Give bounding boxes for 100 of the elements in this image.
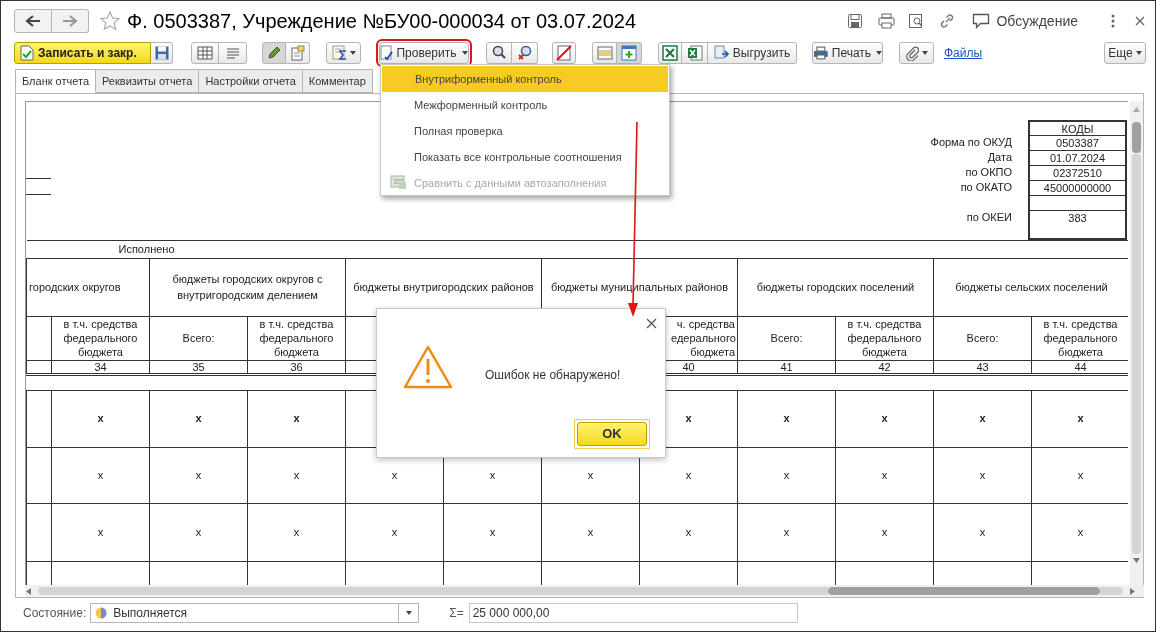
table-cell-text: x xyxy=(1077,525,1084,538)
clear-marks-button[interactable] xyxy=(552,42,576,64)
table-cell-text: 44 xyxy=(1074,360,1087,373)
close-icon[interactable] xyxy=(1135,16,1145,26)
table-cell-text: x xyxy=(783,525,790,538)
note-button[interactable] xyxy=(286,42,310,64)
export-icon xyxy=(713,45,730,61)
table-cell-text: в т.ч. средства федерального бюджета xyxy=(1042,317,1119,359)
codes-header: КОДЫ xyxy=(1030,122,1125,136)
check-menu-button[interactable]: Проверить xyxy=(379,42,469,64)
tab[interactable]: Настройки отчета xyxy=(198,69,303,93)
table-cell-text: x xyxy=(881,412,888,425)
attach-button[interactable] xyxy=(899,42,934,64)
back-button[interactable] xyxy=(14,9,52,33)
link-icon[interactable] xyxy=(939,13,956,29)
more-button[interactable]: Еще xyxy=(1104,42,1146,64)
scroll-down-icon[interactable] xyxy=(1133,558,1140,563)
add-row-button[interactable] xyxy=(617,42,642,64)
menu-item[interactable]: Полная проверка xyxy=(381,118,669,144)
files-link[interactable]: Файлы xyxy=(944,44,983,62)
table-cell-text: x xyxy=(881,525,888,538)
menu-item[interactable]: Межформенный контроль xyxy=(381,92,669,118)
excel-button[interactable] xyxy=(658,42,682,64)
table-cell-text: в т.ч. средства федерального бюджета xyxy=(258,317,335,359)
code-label: Форма по ОКУД xyxy=(930,135,1012,150)
preview-icon[interactable] xyxy=(908,13,925,29)
back-arrow-icon xyxy=(25,15,41,27)
print-button[interactable]: Печать xyxy=(812,42,883,64)
save-button[interactable] xyxy=(151,42,173,64)
table-cell-text: Всего: xyxy=(965,331,1000,345)
column-group-header: бюджеты городских поселений xyxy=(755,279,916,295)
table-cell-text: x xyxy=(979,525,986,538)
close-icon[interactable] xyxy=(646,318,657,329)
forward-arrow-icon xyxy=(62,15,78,27)
table-cell-text: x xyxy=(195,525,202,538)
table-cell-text: 41 xyxy=(780,360,793,373)
table-cell-text: ч. средства едерального бюджета xyxy=(671,317,735,359)
horizontal-scrollbar[interactable] xyxy=(25,585,1144,597)
table-cell-text: в т.ч. средства федерального бюджета xyxy=(62,317,139,359)
table-cell-text: x xyxy=(391,468,398,481)
save-icon[interactable] xyxy=(847,13,864,29)
table-cell-text: Всего: xyxy=(769,331,804,345)
ok-button[interactable]: OK xyxy=(577,422,647,446)
vertical-scrollbar[interactable] xyxy=(1130,101,1143,585)
table-cell-text: 35 xyxy=(192,360,205,373)
edit-button[interactable] xyxy=(262,42,286,64)
table-cell-text: x xyxy=(587,525,594,538)
table-cell-text: x xyxy=(97,525,104,538)
text-view-button[interactable] xyxy=(219,42,247,64)
paperclip-icon xyxy=(905,45,919,61)
table-cell-text: x xyxy=(293,412,300,425)
find-button[interactable] xyxy=(486,42,512,64)
excel-icon xyxy=(662,45,678,61)
dropdown-caret-icon xyxy=(349,51,356,55)
table-cell-text: x xyxy=(587,468,594,481)
print-icon[interactable] xyxy=(878,13,896,29)
export-button[interactable]: Выгрузить xyxy=(708,42,797,64)
table-cell-text: 42 xyxy=(878,360,891,373)
tab[interactable]: Бланк отчета xyxy=(15,69,96,93)
status-label: Состояние: xyxy=(23,605,87,622)
scroll-right-icon[interactable] xyxy=(1130,587,1135,595)
clear-find-button[interactable] xyxy=(512,42,538,64)
table-cell-text: в т.ч. средства федерального бюджета xyxy=(846,317,923,359)
star-icon[interactable] xyxy=(99,10,121,32)
save-and-close-button[interactable]: Записать и закр. xyxy=(14,42,151,64)
table-cell-text: x xyxy=(685,412,692,425)
status-globe-icon xyxy=(95,607,108,619)
sum-menu-button[interactable] xyxy=(326,42,361,64)
menu-item[interactable]: Внутриформенный контроль xyxy=(382,66,668,92)
group-rows-button[interactable] xyxy=(592,42,617,64)
tab[interactable]: Комментар xyxy=(301,69,373,93)
warning-icon xyxy=(403,345,453,389)
scroll-left-icon[interactable] xyxy=(26,587,31,595)
dropdown-caret-icon xyxy=(876,51,882,55)
table-cell-text: x xyxy=(979,468,986,481)
sum-field[interactable]: 25 000 000,00 xyxy=(468,603,798,623)
table-view-button[interactable] xyxy=(191,42,219,64)
more-options-icon[interactable] xyxy=(1111,14,1115,28)
scrollbar-thumb[interactable] xyxy=(1132,122,1141,153)
window-title: Ф. 0503387, Учреждение №БУ00-000034 от 03.07.2024 xyxy=(127,9,637,34)
document-check-icon xyxy=(380,45,395,61)
tab[interactable]: Реквизиты отчета xyxy=(95,69,200,93)
text-view-icon xyxy=(224,45,241,61)
code-value: 01.07.2024 xyxy=(1030,151,1125,166)
table-cell-text: x xyxy=(489,525,496,538)
dropdown-caret-icon[interactable] xyxy=(405,611,412,615)
excel-export-icon xyxy=(686,45,703,61)
excel-export-button[interactable] xyxy=(682,42,708,64)
menu-item[interactable]: Показать все контрольные соотношения xyxy=(381,144,669,170)
find-icon xyxy=(491,45,507,61)
code-value: 45000000000 xyxy=(1030,181,1125,196)
compare-grid-icon xyxy=(390,175,407,190)
table-cell-text: x xyxy=(293,525,300,538)
status-dropdown[interactable]: Выполняется xyxy=(90,603,420,623)
table-cell-text: x xyxy=(489,468,496,481)
table-cell-text: x xyxy=(195,468,202,481)
discussion-button[interactable]: Обсуждение xyxy=(972,10,1078,32)
document-check-icon xyxy=(20,45,34,61)
dropdown-caret-icon xyxy=(922,51,928,55)
scrollbar-thumb[interactable] xyxy=(828,587,1100,595)
